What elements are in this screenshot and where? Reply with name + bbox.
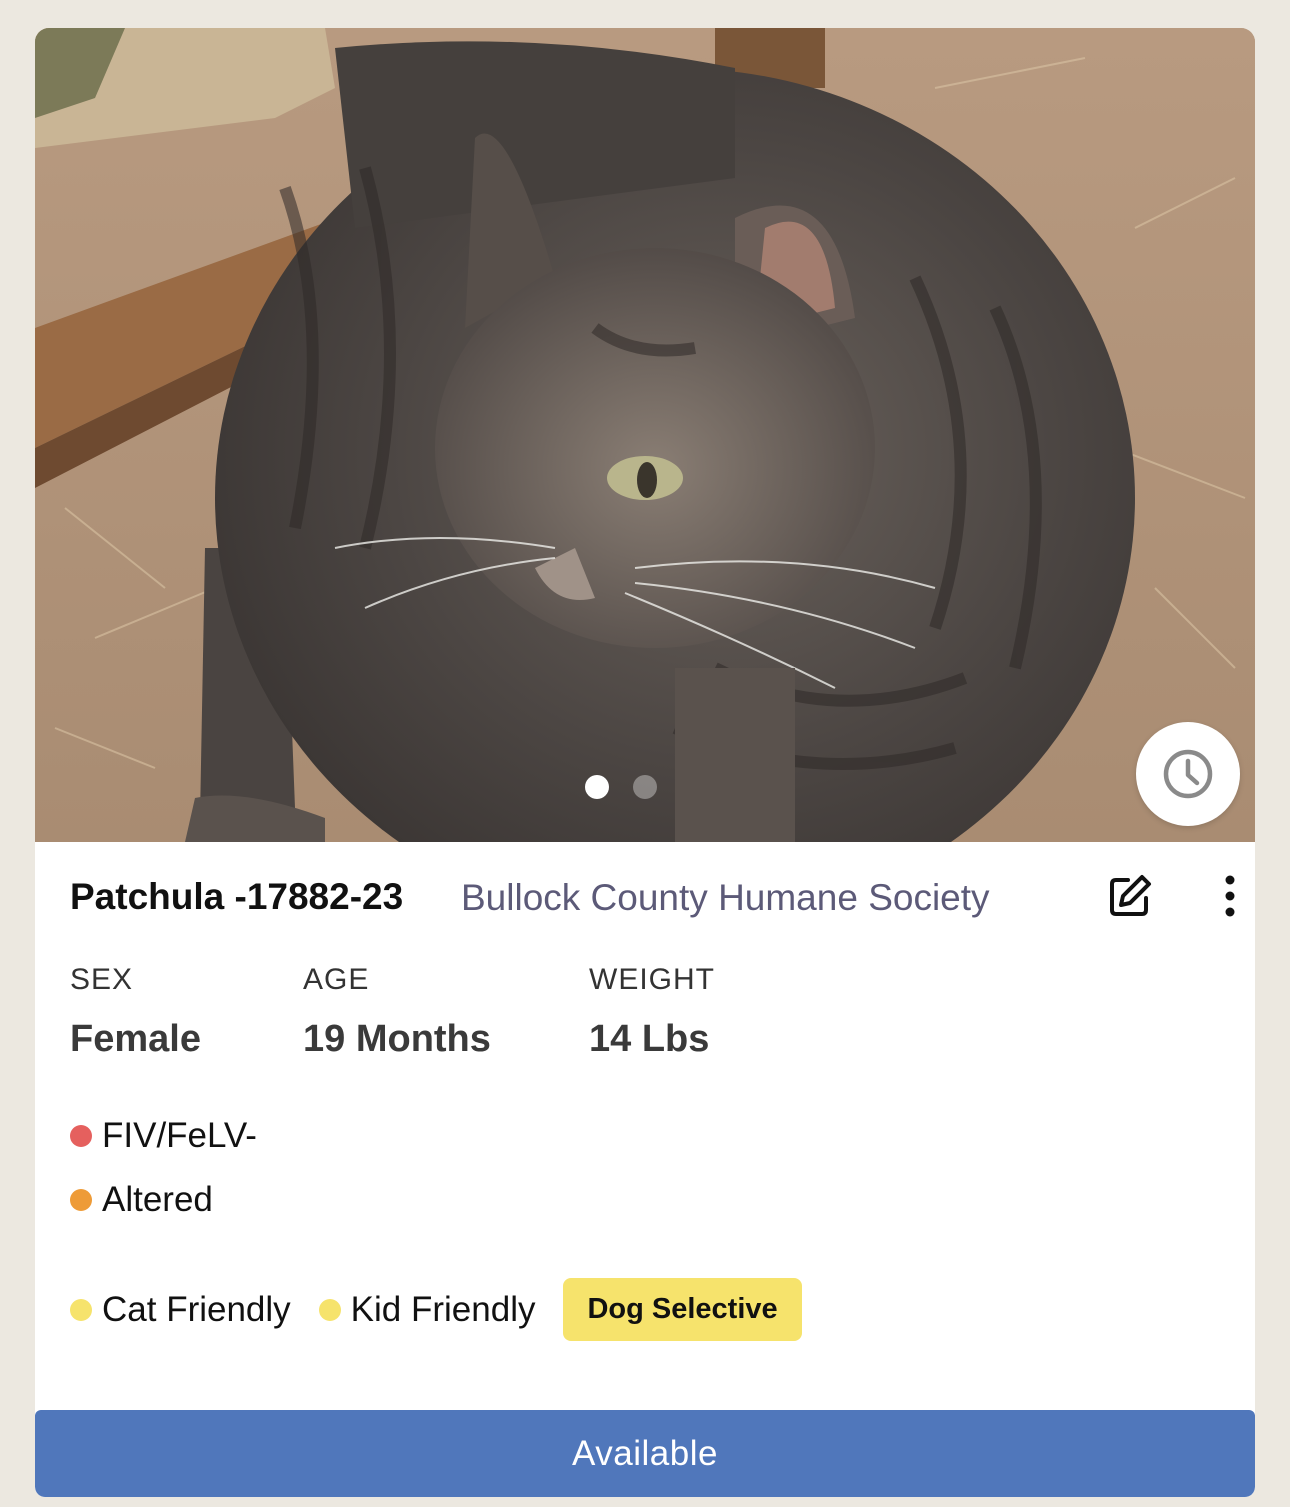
pet-name: Patchula -17882-23 [70,876,404,917]
stat-weight: WEIGHT 14 Lbs [589,963,715,1061]
photo-pagination [585,775,657,799]
trait-label: Kid Friendly [350,1289,536,1329]
history-button[interactable] [1136,722,1240,826]
weight-label: WEIGHT [589,963,715,996]
pet-card: Patchula -17882-23 Bullock County Humane… [35,28,1255,1497]
edit-button[interactable] [1104,872,1156,924]
pet-photo[interactable] [35,28,1255,842]
more-options-button[interactable] [1206,872,1254,924]
age-value: 19 Months [303,1018,491,1060]
traits-row: Cat Friendly Kid Friendly Dog Selective [70,1278,802,1341]
stat-sex: SEX Female [70,963,201,1061]
status-dot-icon [318,1298,341,1321]
status-dot-icon [70,1189,92,1211]
pet-photo-image [35,28,1255,842]
shelter-name[interactable]: Bullock County Humane Society [461,877,1061,919]
sex-value: Female [70,1018,201,1060]
health-item: Altered [70,1180,213,1220]
health-item-label: Altered [102,1180,213,1219]
status-dot-icon [70,1298,92,1321]
trait-label: Cat Friendly [102,1289,291,1329]
status-dot-icon [70,1125,92,1147]
photo-dot-1[interactable] [585,775,609,799]
health-item: FIV/FeLV- [70,1116,257,1156]
trait-item: Kid Friendly [318,1289,536,1330]
dog-selective-badge: Dog Selective [563,1278,802,1341]
availability-button[interactable]: Available [35,1410,1255,1497]
photo-dot-2[interactable] [633,775,657,799]
title-row: Patchula -17882-23 Bullock County Humane… [70,874,1235,926]
weight-value: 14 Lbs [589,1018,710,1060]
edit-icon [1106,872,1154,925]
more-vertical-icon [1224,875,1236,922]
sex-label: SEX [70,963,134,996]
trait-item: Cat Friendly [70,1290,291,1330]
health-item-label: FIV/FeLV- [102,1116,257,1155]
stat-age: AGE 19 Months [303,963,491,1061]
clock-icon [1162,748,1214,800]
age-label: AGE [303,963,370,996]
